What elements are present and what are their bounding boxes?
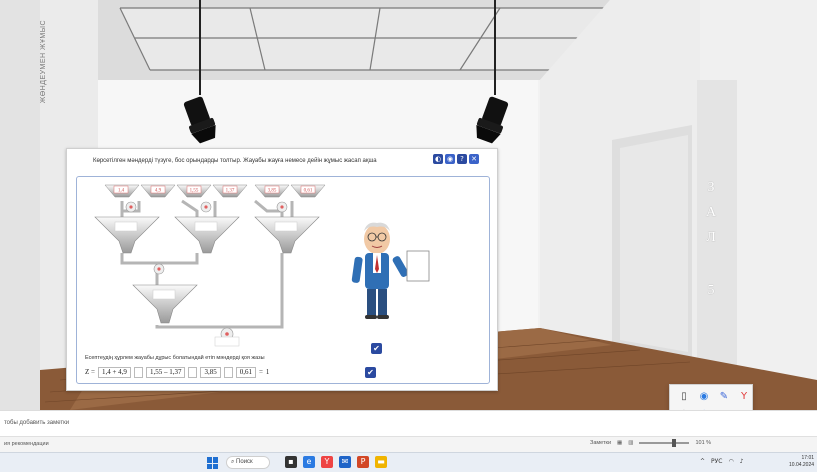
wall-vertical-label: ЖӨНДЕУМЕН ЖҰМЫС (40, 20, 47, 104)
equation-term-4[interactable]: 0,61 (235, 366, 256, 378)
search-icon: ⌕ (231, 459, 235, 465)
operator-slot-2[interactable] (188, 366, 198, 378)
zoom-knob[interactable] (672, 439, 677, 447)
taskbar-search[interactable]: ⌕ Поиск (226, 456, 270, 469)
equation-term-3[interactable]: 3,85 (200, 366, 221, 378)
funnel-work-area: 1,4 4,9 1,55 1,37 3,85 0,61 Есептеудің ҳ… (76, 176, 490, 384)
mail-icon[interactable]: ✉ (339, 456, 351, 468)
chrome-icon[interactable]: ◉ (695, 389, 713, 405)
explorer-icon[interactable]: ▬ (375, 456, 387, 468)
clock-time: 17:01 (801, 455, 815, 461)
check-button-lower[interactable]: ✔ (365, 367, 376, 378)
edge-icon[interactable]: e (303, 456, 315, 468)
notes-strip: тобы добавить заметки (0, 410, 817, 436)
record-button[interactable]: ◉ (445, 154, 455, 164)
panel-controls: ◐ ◉ ? ✕ (433, 154, 479, 164)
view-normal-icon[interactable]: ▦ (617, 440, 622, 446)
notes-button[interactable]: Заметки (590, 440, 611, 446)
funnel-label-2: 4,9 (155, 189, 162, 194)
operator-slot-3[interactable] (223, 366, 233, 378)
status-right-controls: Заметки ▦ ▥ 101 % (590, 439, 712, 447)
clock[interactable]: 17:01 10.04.2024 (789, 455, 814, 469)
view-grid-icon[interactable]: ▥ (628, 440, 633, 446)
zoom-slider[interactable] (639, 439, 690, 447)
taskview-icon[interactable]: ▪ (285, 456, 297, 468)
funnel-label-6: 0,61 (304, 189, 313, 194)
pen-icon[interactable]: ✎ (715, 389, 733, 405)
equation-term-1[interactable]: 1,4 + 4,9 (97, 366, 131, 378)
yandex-browser-icon[interactable]: Y (321, 456, 333, 468)
search-label: Поиск (236, 459, 253, 465)
hall-number: 5 (707, 283, 715, 298)
wifi-icon[interactable]: ◠ (729, 458, 734, 465)
taskbar-apps: ▪ e Y ✉ P ▬ (285, 456, 387, 468)
hall-letter-2: А (705, 205, 717, 220)
chevron-up-icon[interactable]: ^ (700, 458, 705, 465)
powerpoint-icon[interactable]: P (357, 456, 369, 468)
recommendations-link[interactable]: ия рекомендации (4, 441, 49, 447)
notepad-icon[interactable]: ▯ (675, 389, 693, 405)
yandex-icon[interactable]: Y (735, 389, 753, 405)
instruction-text: Көрсетілген мәндерді түзуге, бос орындар… (93, 158, 377, 164)
operator-slot-1[interactable] (133, 366, 143, 378)
volume-icon[interactable]: ♪ (740, 458, 744, 465)
task-text: Есептеудің ҳұрлем жауабы дұрыс болатында… (85, 355, 265, 361)
funnel-label-4: 1,37 (226, 189, 235, 194)
hall-letter-1: З (707, 180, 715, 195)
equation-prefix: Z = (85, 368, 95, 376)
help-button[interactable]: ? (457, 154, 467, 164)
equation-result: 1 (265, 368, 270, 376)
zoom-level: 101 % (695, 440, 712, 446)
clock-date: 10.04.2024 (789, 462, 815, 468)
activity-panel: Көрсетілген мәндерді түзуге, бос орындар… (66, 148, 498, 391)
equals-sign: = (258, 368, 263, 376)
windows-taskbar: ⌕ Поиск ▪ e Y ✉ P ▬ ^ РУС ◠ ♪ 17:01 10.0… (0, 452, 817, 472)
system-tray: ^ РУС ◠ ♪ (700, 458, 744, 465)
check-button-upper[interactable]: ✔ (371, 343, 382, 354)
funnel-label-3: 1,55 (190, 189, 199, 194)
add-notes-hint[interactable]: тобы добавить заметки (4, 420, 69, 426)
funnel-label-5: 3,85 (268, 189, 277, 194)
funnel-diagram: 1,4 4,9 1,55 1,37 3,85 0,61 (94, 184, 430, 347)
start-button[interactable] (207, 457, 219, 469)
professor-character (351, 222, 430, 319)
theme-button[interactable]: ◐ (433, 154, 443, 164)
equation-row: Z = 1,4 + 4,9 1,55 – 1,37 3,85 0,61 = 1 (85, 365, 269, 379)
language-indicator[interactable]: РУС (711, 458, 722, 465)
hall-letter-3: Л (706, 230, 716, 245)
browser-status-bar: ия рекомендации Заметки ▦ ▥ 101 % (0, 436, 817, 452)
funnel-label-1: 1,4 (118, 189, 125, 194)
close-button[interactable]: ✕ (469, 154, 479, 164)
equation-term-2[interactable]: 1,55 – 1,37 (145, 366, 186, 378)
